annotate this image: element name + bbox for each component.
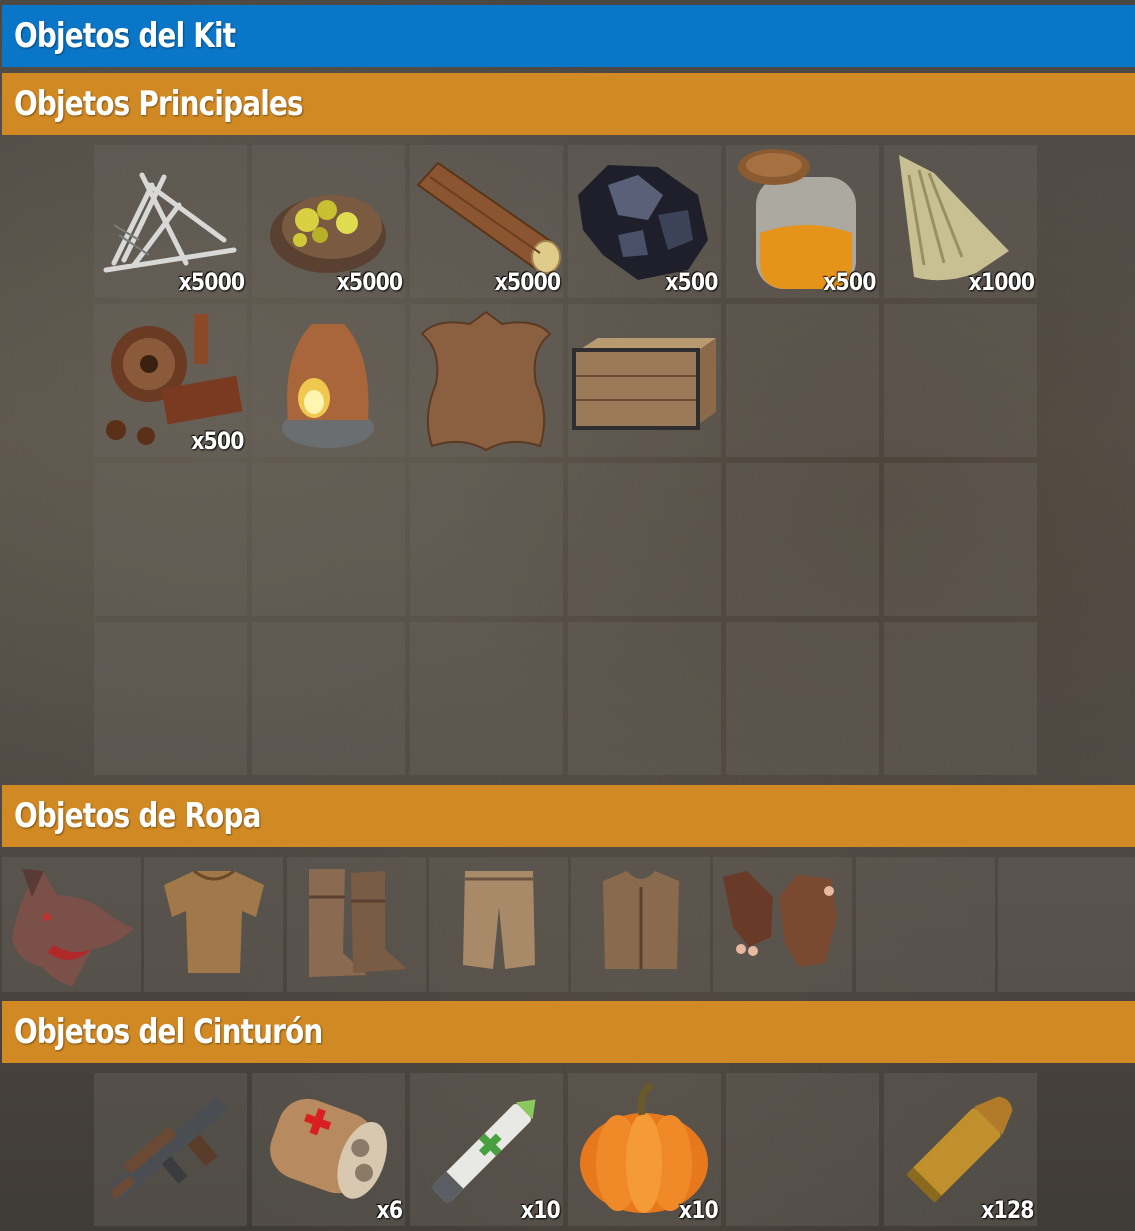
belt-slot-6-qty: x128 (981, 1196, 1035, 1224)
main-slot-5[interactable]: x500 (726, 145, 879, 298)
clothing-slot-1[interactable] (2, 857, 141, 992)
wolf-headdress-icon (12, 869, 134, 987)
kit-title-text: Objetos del Kit (14, 16, 236, 56)
belt-slot-4-qty: x10 (678, 1196, 719, 1224)
clothing-slot-8[interactable] (998, 857, 1135, 992)
main-items-title: Objetos Principales (14, 84, 304, 124)
main-slot-11[interactable] (726, 304, 879, 457)
clothing-slot-6[interactable] (713, 857, 852, 992)
clothing-slot-4[interactable] (429, 857, 568, 992)
belt-slot-6[interactable]: x128 (884, 1073, 1037, 1226)
main-slot-10[interactable] (568, 304, 721, 457)
main-slot-16[interactable] (568, 463, 721, 616)
main-slot-6[interactable]: x1000 (884, 145, 1037, 298)
main-slot-6-qty: x1000 (968, 268, 1035, 296)
main-slot-24[interactable] (884, 622, 1037, 775)
main-slot-1-qty: x5000 (178, 268, 245, 296)
main-slot-3-qty: x5000 (494, 268, 561, 296)
burlap-shirt-icon (164, 869, 264, 973)
belt-slot-2-qty: x6 (376, 1196, 403, 1224)
belt-slot-3[interactable]: x10 (410, 1073, 563, 1226)
main-slot-4[interactable]: x500 (568, 145, 721, 298)
burlap-trousers-icon (463, 871, 535, 969)
belt-slot-2[interactable]: x6 (252, 1073, 405, 1226)
main-slot-18[interactable] (884, 463, 1037, 616)
main-slot-15[interactable] (410, 463, 563, 616)
clothing-slot-2[interactable] (144, 857, 283, 992)
main-slot-4-qty: x500 (665, 268, 719, 296)
main-slot-13[interactable] (94, 463, 247, 616)
clothing-items-header: Objetos de Ropa (2, 785, 1135, 847)
clothing-items-title: Objetos de Ropa (14, 796, 261, 836)
main-slot-2[interactable]: x5000 (252, 145, 405, 298)
main-slot-21[interactable] (410, 622, 563, 775)
leather-vest-icon (603, 871, 679, 969)
clothing-slot-7[interactable] (856, 857, 995, 992)
belt-items-title: Objetos del Cinturón (14, 1012, 323, 1052)
clothing-slot-3[interactable] (287, 857, 426, 992)
leather-gloves-icon (723, 871, 837, 967)
main-slot-9[interactable] (410, 304, 563, 457)
belt-slot-4[interactable]: x10 (568, 1073, 721, 1226)
belt-slot-1[interactable] (94, 1073, 247, 1226)
belt-slot-3-qty: x10 (520, 1196, 561, 1224)
main-slot-14[interactable] (252, 463, 405, 616)
main-slot-2-qty: x5000 (336, 268, 403, 296)
main-slot-7-qty: x500 (191, 427, 245, 455)
belt-slot-5[interactable] (726, 1073, 879, 1226)
main-slot-8[interactable] (252, 304, 405, 457)
burlap-boots-icon (309, 869, 407, 977)
kit-title: Objetos del Kit (2, 5, 1135, 67)
main-slot-22[interactable] (568, 622, 721, 775)
wooden-box-icon (572, 338, 716, 430)
main-slot-20[interactable] (252, 622, 405, 775)
furnace-icon (282, 324, 374, 448)
main-slot-19[interactable] (94, 622, 247, 775)
leather-hide-icon (420, 310, 552, 452)
main-slot-3[interactable]: x5000 (410, 145, 563, 298)
thompson-smg-icon (109, 1096, 229, 1201)
main-slot-1[interactable]: x5000 (94, 145, 247, 298)
main-slot-5-qty: x500 (823, 268, 877, 296)
main-slot-12[interactable] (884, 304, 1037, 457)
main-slot-23[interactable] (726, 622, 879, 775)
belt-items-header: Objetos del Cinturón (2, 1001, 1135, 1063)
clothing-slot-5[interactable] (571, 857, 710, 992)
main-items-header: Objetos Principales (2, 73, 1135, 135)
main-slot-17[interactable] (726, 463, 879, 616)
main-slot-7[interactable]: x500 (94, 304, 247, 457)
